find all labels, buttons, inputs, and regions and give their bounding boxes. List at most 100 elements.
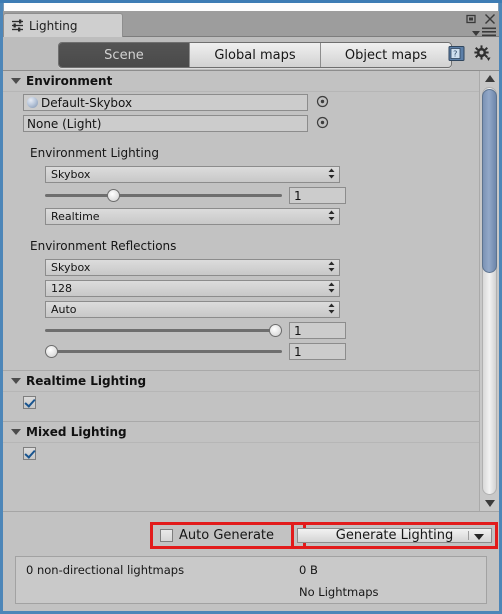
maximize-icon[interactable] xyxy=(465,13,477,25)
reflections-intensity-value: 1 xyxy=(294,323,302,338)
chevron-down-icon xyxy=(11,78,21,84)
mode-tab-group: Scene Global maps Object maps xyxy=(58,42,452,68)
slider-thumb[interactable] xyxy=(269,324,282,337)
row-sun-source: Sun Source None (Light) xyxy=(3,113,479,134)
sliders-icon xyxy=(11,19,24,32)
row-baked-global-illumination: Baked Global Illumir xyxy=(3,443,479,464)
row-reflections-source: Source Skybox xyxy=(3,257,479,278)
reflections-bounces-value: 1 xyxy=(294,344,302,359)
reflections-compression-dropdown[interactable]: Auto xyxy=(45,301,340,318)
tab-lighting[interactable]: Lighting xyxy=(3,13,123,37)
vertical-scrollbar[interactable] xyxy=(479,71,499,511)
slider-thumb[interactable] xyxy=(45,345,58,358)
reflections-bounces-slider[interactable] xyxy=(45,343,282,360)
sun-source-value: None (Light) xyxy=(27,116,102,131)
reflections-bounces-value-field[interactable]: 1 xyxy=(289,343,346,360)
section-header-mixed-lighting[interactable]: Mixed Lighting xyxy=(3,421,479,443)
gear-icon[interactable] xyxy=(474,45,491,62)
tab-object-maps[interactable]: Object maps xyxy=(321,43,451,67)
auto-generate-checkbox[interactable] xyxy=(160,529,173,542)
help-book-icon[interactable]: ? xyxy=(448,45,465,62)
object-picker-icon[interactable] xyxy=(308,116,329,132)
row-reflections-resolution: Resolution 128 xyxy=(3,278,479,299)
close-icon[interactable] xyxy=(484,13,496,25)
row-env-lighting-intensity: Intensity Multiplie 1 xyxy=(3,185,479,206)
row-reflections-intensity: Intensity Multiplie 1 xyxy=(3,320,479,341)
tab-lighting-label: Lighting xyxy=(29,18,78,33)
auto-generate-label: Auto Generate xyxy=(179,528,275,543)
section-title-realtime-lighting: Realtime Lighting xyxy=(26,374,147,388)
reflections-intensity-value-field[interactable]: 1 xyxy=(289,322,346,339)
lightmaps-size-text: 0 B xyxy=(299,563,318,577)
updown-arrows-icon xyxy=(328,282,335,295)
env-lighting-intensity-value: 1 xyxy=(294,188,302,203)
chevron-down-icon xyxy=(11,378,21,384)
reflections-resolution-value: 128 xyxy=(51,282,72,295)
scroll-down-arrow-icon[interactable] xyxy=(480,496,499,511)
tab-global-maps-label: Global maps xyxy=(214,47,296,63)
scroll-up-arrow-icon[interactable] xyxy=(480,71,499,86)
updown-arrows-icon xyxy=(328,303,335,316)
auto-generate-highlight: Auto Generate xyxy=(150,522,306,549)
generate-lighting-button[interactable]: Generate Lighting xyxy=(297,528,492,543)
reflections-resolution-dropdown[interactable]: 128 xyxy=(45,280,340,297)
button-divider xyxy=(468,531,469,540)
env-lighting-source-value: Skybox xyxy=(51,168,91,181)
reflections-source-dropdown[interactable]: Skybox xyxy=(45,259,340,276)
window-controls xyxy=(465,13,496,25)
svg-text:?: ? xyxy=(453,49,457,58)
baked-gi-checkbox[interactable] xyxy=(23,447,36,460)
section-header-environment[interactable]: Environment xyxy=(3,71,479,92)
lighting-settings-content: Environment Skybox Material Default-Skyb… xyxy=(3,71,479,511)
sun-source-field[interactable]: None (Light) xyxy=(23,115,308,132)
row-realtime-global-illumination: Realtime Global Illur xyxy=(3,392,479,413)
ambient-mode-dropdown[interactable]: Realtime xyxy=(45,208,340,225)
toolbar-right-icons: ? xyxy=(448,45,491,62)
realtime-gi-checkbox[interactable] xyxy=(23,396,36,409)
slider-thumb[interactable] xyxy=(106,189,120,202)
generate-lighting-label: Generate Lighting xyxy=(335,528,454,543)
lighting-bottom-bar: Auto Generate Generate Lighting 0 non-di… xyxy=(3,511,499,611)
lightmaps-count-text: 0 non-directional lightmaps xyxy=(26,563,185,577)
section-title-environment: Environment xyxy=(26,74,113,88)
lighting-toolbar: Scene Global maps Object maps ? xyxy=(3,37,499,71)
tab-scene[interactable]: Scene xyxy=(59,43,190,67)
reflections-compression-value: Auto xyxy=(51,303,77,316)
chevron-down-icon xyxy=(11,429,21,435)
tab-scene-label: Scene xyxy=(104,47,144,63)
generate-lighting-highlight: Generate Lighting xyxy=(291,522,498,549)
updown-arrows-icon xyxy=(328,261,335,274)
scrollbar-thumb[interactable] xyxy=(482,89,497,273)
updown-arrows-icon xyxy=(328,210,335,223)
lightmap-info-box: 0 non-directional lightmaps 0 B No Light… xyxy=(15,556,487,604)
lighting-scroll-area: Environment Skybox Material Default-Skyb… xyxy=(3,71,499,511)
skybox-material-value: Default-Skybox xyxy=(41,95,133,110)
row-skybox-material: Skybox Material Default-Skybox xyxy=(3,92,479,113)
row-env-lighting-source: Source Skybox xyxy=(3,164,479,185)
ambient-mode-value: Realtime xyxy=(51,210,100,223)
env-lighting-source-dropdown[interactable]: Skybox xyxy=(45,166,340,183)
object-picker-icon[interactable] xyxy=(308,95,329,111)
row-ambient-mode: Ambient Mode Realtime xyxy=(3,206,479,227)
env-lighting-intensity-slider[interactable] xyxy=(45,187,282,204)
subsection-environment-reflections: Environment Reflections xyxy=(30,239,177,253)
slider-track xyxy=(45,329,282,332)
tab-global-maps[interactable]: Global maps xyxy=(190,43,321,67)
lighting-window: Lighting Scene Global maps Object maps ?… xyxy=(0,0,502,614)
subsection-environment-lighting: Environment Lighting xyxy=(30,146,159,160)
skybox-material-field[interactable]: Default-Skybox xyxy=(23,94,308,111)
section-header-realtime-lighting[interactable]: Realtime Lighting xyxy=(3,370,479,392)
material-sphere-icon xyxy=(27,97,38,108)
reflections-intensity-slider[interactable] xyxy=(45,322,282,339)
row-reflections-bounces: Bounces 1 xyxy=(3,341,479,362)
tab-object-maps-label: Object maps xyxy=(344,47,428,63)
lightmaps-status-text: No Lightmaps xyxy=(299,585,379,599)
env-lighting-intensity-value-field[interactable]: 1 xyxy=(289,187,346,204)
slider-track xyxy=(45,350,282,353)
row-reflections-compression: Compression Auto xyxy=(3,299,479,320)
chevron-down-icon[interactable] xyxy=(474,533,484,540)
section-title-mixed-lighting: Mixed Lighting xyxy=(26,425,127,439)
reflections-source-value: Skybox xyxy=(51,261,91,274)
window-top-strip xyxy=(3,3,499,11)
updown-arrows-icon xyxy=(328,168,335,181)
